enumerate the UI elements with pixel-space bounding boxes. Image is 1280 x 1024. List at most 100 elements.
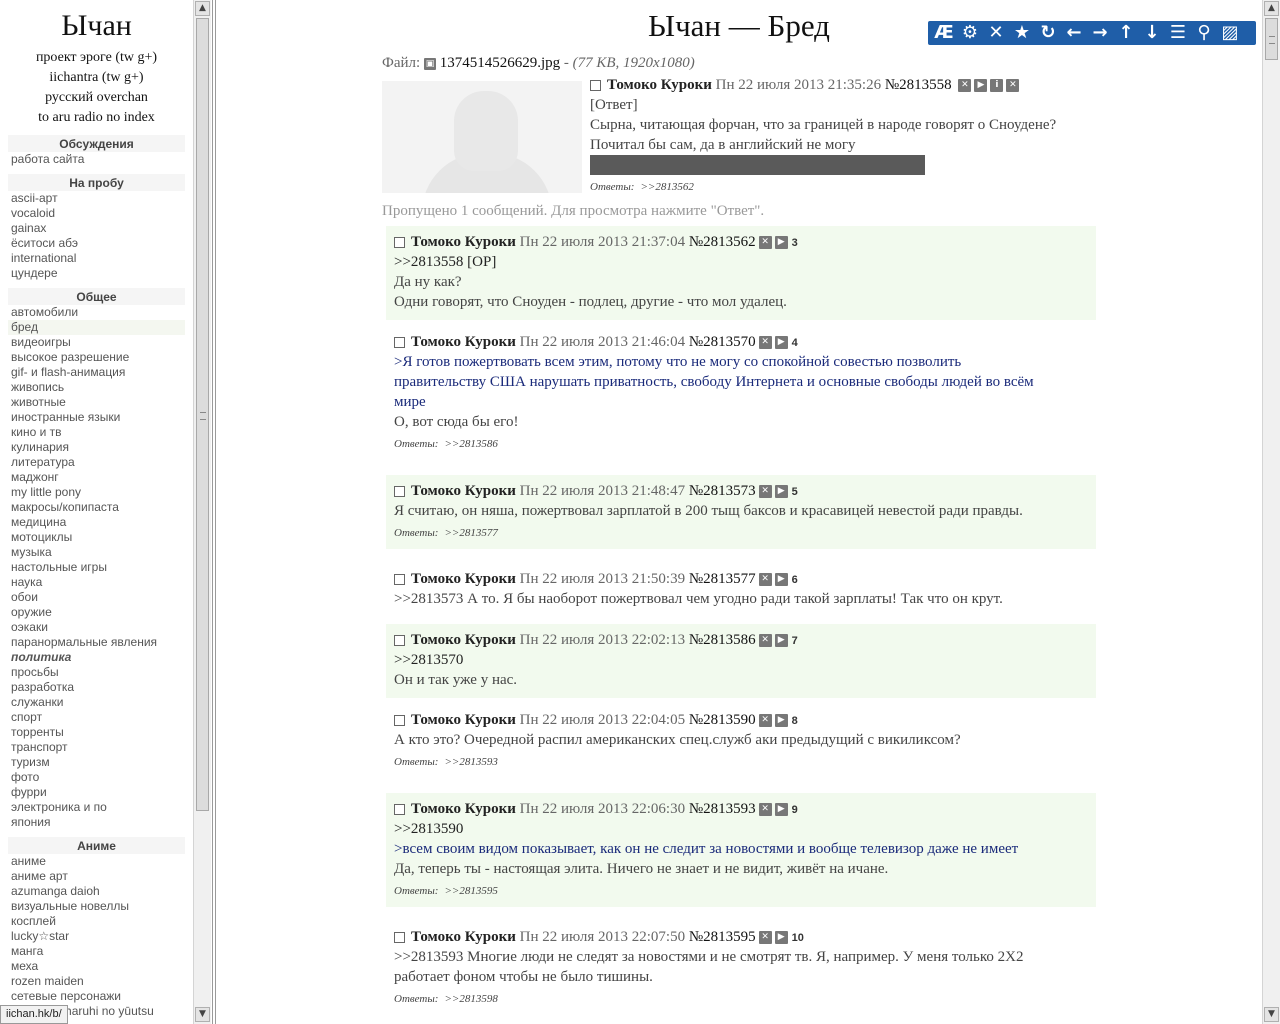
close-icon[interactable]: ✕ <box>983 21 1009 45</box>
sidebar-board-link[interactable]: оэкаки <box>8 620 185 635</box>
delete-checkbox[interactable] <box>394 337 405 349</box>
hide-icon[interactable]: ✕ <box>958 79 972 93</box>
hide-icon[interactable]: ✕ <box>758 714 772 728</box>
sidebar-board-link[interactable]: политика <box>8 650 185 665</box>
sidebar-board-link[interactable]: туризм <box>8 755 185 770</box>
sidebar-board-link[interactable]: сетевые персонажи <box>8 989 185 1004</box>
sidebar-scrollbar[interactable]: ▲ ▼ <box>193 0 211 1024</box>
delete-checkbox[interactable] <box>590 80 601 92</box>
zoom-icon[interactable]: ⚲ <box>1191 21 1217 45</box>
sidebar-board-link[interactable]: визуальные новеллы <box>8 899 185 914</box>
top-link[interactable]: to aru radio no index <box>0 108 193 128</box>
sidebar-board-link[interactable]: international <box>8 251 185 266</box>
thread-scrollbar[interactable]: ▲ ▼ <box>1262 0 1280 1024</box>
sidebar-board-link[interactable]: животные <box>8 395 185 410</box>
sidebar-board-link[interactable]: япония <box>8 815 185 830</box>
sidebar-board-link[interactable]: литература <box>8 455 185 470</box>
sidebar-board-link[interactable]: высокое разрешение <box>8 350 185 365</box>
sidebar-board-link[interactable]: gif- и flash-анимация <box>8 365 185 380</box>
sidebar-board-link[interactable]: торренты <box>8 725 185 740</box>
sidebar-board-link[interactable]: служанки <box>8 695 185 710</box>
top-link[interactable]: проект эроге (tw g+) <box>0 48 193 68</box>
answer-link[interactable]: >>2813577 <box>444 527 497 539</box>
sidebar-board-link[interactable]: косплей <box>8 914 185 929</box>
expand-arrow-icon[interactable]: ▶ <box>774 931 788 945</box>
sidebar-board-link[interactable]: музыка <box>8 545 185 560</box>
sidebar-board-link[interactable]: разработка <box>8 680 185 695</box>
sidebar-board-link[interactable]: наука <box>8 575 185 590</box>
sidebar-board-link[interactable]: паранормальные явления <box>8 635 185 650</box>
answer-link[interactable]: >>2813593 <box>444 756 497 768</box>
refresh-icon[interactable]: ↻ <box>1035 21 1061 45</box>
top-link[interactable]: русский overchan <box>0 88 193 108</box>
ae-icon[interactable]: Æ <box>931 21 957 45</box>
hide-icon[interactable]: ✕ <box>758 336 772 350</box>
hide-icon[interactable]: ✕ <box>758 634 772 648</box>
sidebar-board-link[interactable]: видеоигры <box>8 335 185 350</box>
delete-checkbox[interactable] <box>394 932 405 944</box>
sidebar-board-link[interactable]: ёситоси абэ <box>8 236 185 251</box>
sidebar-board-link[interactable]: иностранные языки <box>8 410 185 425</box>
delete-checkbox[interactable] <box>394 486 405 498</box>
hide-icon[interactable]: ✕ <box>758 485 772 499</box>
sidebar-board-link[interactable]: кулинария <box>8 440 185 455</box>
post-number[interactable]: №2813562 <box>689 234 756 250</box>
sidebar-board-link[interactable]: кино и тв <box>8 425 185 440</box>
sidebar-board-link[interactable]: макросы/копипаста <box>8 500 185 515</box>
post-number[interactable]: №2813570 <box>689 334 756 350</box>
expand-arrow-icon[interactable]: ▶ <box>774 714 788 728</box>
sidebar-board-link[interactable]: оружие <box>8 605 185 620</box>
delete-checkbox[interactable] <box>394 635 405 647</box>
hide-icon[interactable]: ✕ <box>758 236 772 250</box>
site-logo[interactable]: Ычан <box>0 8 193 44</box>
gear-icon[interactable]: ⚙ <box>957 21 983 45</box>
expand-arrow-icon[interactable]: ▶ <box>774 634 788 648</box>
op-image-thumbnail[interactable] <box>382 81 582 193</box>
sidebar-board-link[interactable]: спорт <box>8 710 185 725</box>
top-link[interactable]: iichantra (tw g+) <box>0 68 193 88</box>
arrow-left-icon[interactable]: ← <box>1061 21 1087 45</box>
answer-link[interactable]: >>2813595 <box>444 885 497 897</box>
list-icon[interactable]: ☰ <box>1165 21 1191 45</box>
delete-checkbox[interactable] <box>394 804 405 816</box>
sidebar-board-link[interactable]: мотоциклы <box>8 530 185 545</box>
answer-link[interactable]: >>2813586 <box>444 438 497 450</box>
hide-icon[interactable]: ✕ <box>758 803 772 817</box>
expand-arrow-icon[interactable]: ▶ <box>974 79 988 93</box>
file-search-icon[interactable]: ▣ <box>423 57 436 70</box>
sidebar-board-link[interactable]: медицина <box>8 515 185 530</box>
arrow-right-icon[interactable]: → <box>1087 21 1113 45</box>
sidebar-board-link[interactable]: настольные игры <box>8 560 185 575</box>
post-number[interactable]: №2813595 <box>689 929 756 945</box>
hide-icon[interactable]: ✕ <box>758 573 772 587</box>
post-number[interactable]: №2813573 <box>689 483 756 499</box>
post-number[interactable]: №2813593 <box>689 801 756 817</box>
reply-reference-link[interactable]: >>2813590 <box>394 819 1088 839</box>
sidebar-board-link[interactable]: my little pony <box>8 485 185 500</box>
scroll-up-arrow-icon[interactable]: ▲ <box>195 1 210 16</box>
reply-reference-link[interactable]: >>2813558 [OP] <box>394 252 1088 272</box>
answer-link[interactable]: >>2813562 <box>640 181 693 193</box>
hide-icon[interactable]: ✕ <box>758 931 772 945</box>
expand-arrow-icon[interactable]: ▶ <box>774 803 788 817</box>
sidebar-board-link[interactable]: vocaloid <box>8 206 185 221</box>
answer-link[interactable]: >>2813598 <box>444 993 497 1005</box>
expand-arrow-icon[interactable]: ▶ <box>774 485 788 499</box>
info-icon[interactable]: i <box>990 79 1004 93</box>
sidebar-board-link[interactable]: аниме <box>8 854 185 869</box>
sidebar-board-link[interactable]: фурри <box>8 785 185 800</box>
file-link[interactable]: 1374514526629.jpg <box>440 55 560 71</box>
scroll-down-arrow-icon[interactable]: ▼ <box>195 1007 210 1022</box>
sidebar-board-link[interactable]: маджонг <box>8 470 185 485</box>
scroll-up-arrow-icon[interactable]: ▲ <box>1264 1 1279 16</box>
sidebar-board-link[interactable]: транспорт <box>8 740 185 755</box>
post-number[interactable]: №2813590 <box>689 712 756 728</box>
post-number[interactable]: №2813577 <box>689 571 756 587</box>
post-number[interactable]: №2813558 <box>885 77 952 93</box>
expand-arrow-icon[interactable]: ▶ <box>774 236 788 250</box>
scrollbar-thumb[interactable] <box>196 18 209 811</box>
post-number[interactable]: №2813586 <box>689 632 756 648</box>
arrow-down-icon[interactable]: ↓ <box>1139 21 1165 45</box>
sidebar-board-link[interactable]: обои <box>8 590 185 605</box>
spoiler-bar[interactable] <box>590 155 925 175</box>
